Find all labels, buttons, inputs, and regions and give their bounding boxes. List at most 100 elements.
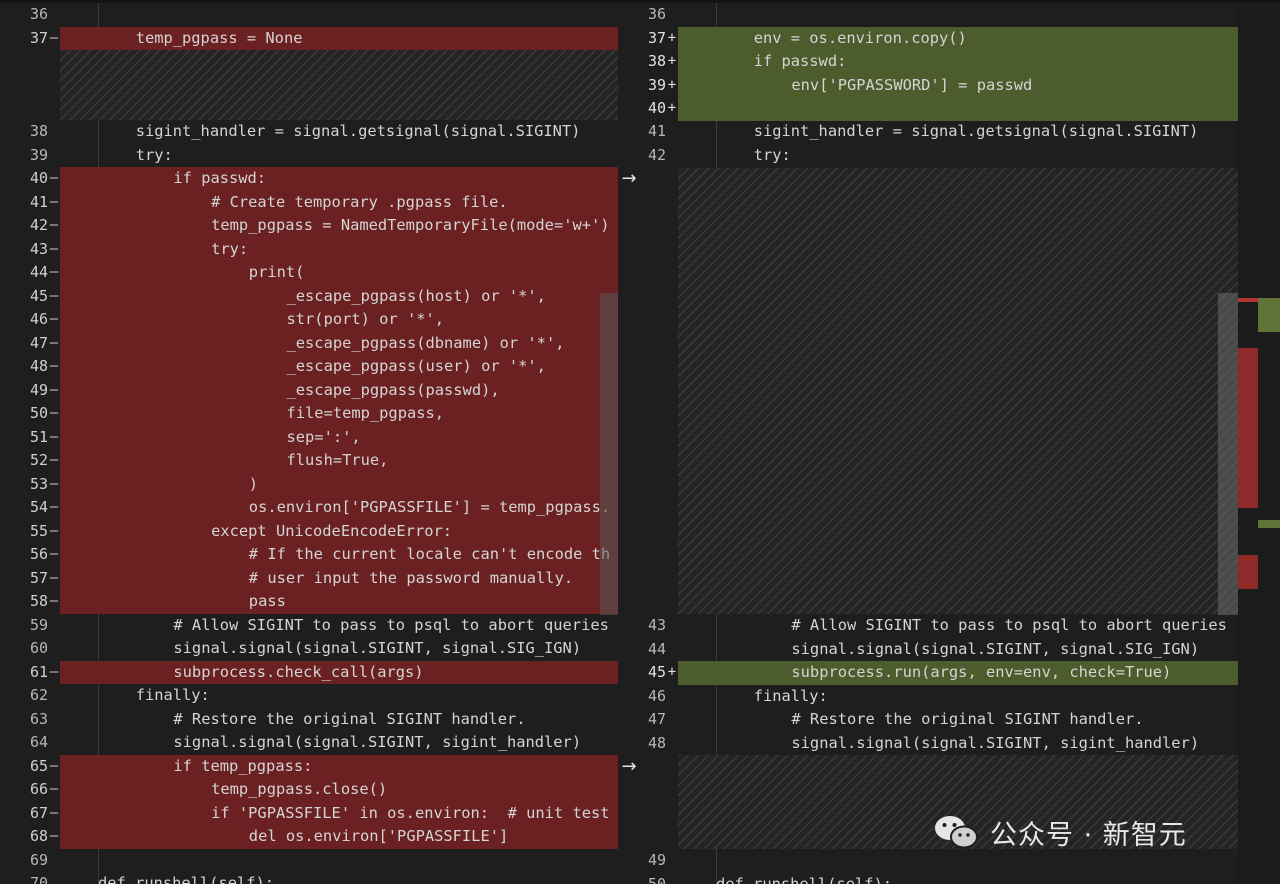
left-code-line[interactable]: 66— temp_pgpass.close() bbox=[0, 778, 618, 802]
right-code-line[interactable]: 49 bbox=[618, 849, 1238, 873]
right-code-line[interactable]: 36 bbox=[618, 3, 1238, 27]
code-text: flush=True, bbox=[60, 449, 618, 473]
right-scrollbar-thumb[interactable] bbox=[1218, 293, 1238, 615]
left-code-line[interactable]: 64 signal.signal(signal.SIGINT, sigint_ha… bbox=[0, 731, 618, 755]
added-line-marker: + bbox=[667, 664, 677, 680]
left-code-line[interactable]: 65— if temp_pgpass: bbox=[0, 754, 618, 778]
line-number: 39 bbox=[29, 145, 48, 164]
deleted-line-marker: — bbox=[49, 170, 59, 186]
deleted-line-marker: — bbox=[49, 264, 59, 280]
left-code-line[interactable]: 55— except UnicodeEncodeError: bbox=[0, 519, 618, 543]
code-text: finally: bbox=[135, 686, 210, 704]
left-code-line[interactable]: 62 finally: bbox=[0, 684, 618, 708]
left-code-line[interactable]: 45— _escape_pgpass(host) or '*', bbox=[0, 284, 618, 308]
left-code-line[interactable]: 42— temp_pgpass = NamedTemporaryFile(mode… bbox=[0, 214, 618, 238]
code-text: env['PGPASSWORD'] = passwd bbox=[678, 73, 1238, 97]
line-number: 41 bbox=[29, 192, 48, 211]
diff-right-pane-modified[interactable]: 36 37 + env = os.environ.copy() 38 + if passwd… bbox=[618, 3, 1238, 884]
code-text: pass bbox=[60, 590, 618, 614]
left-code-line[interactable]: 70 def runshell(self): bbox=[0, 872, 618, 884]
revert-change-arrow-icon[interactable]: → bbox=[618, 168, 640, 189]
code-text: signal.signal(signal.SIGINT, signal.SIG_… bbox=[791, 639, 1200, 658]
code-text: temp_pgpass = None bbox=[60, 26, 618, 50]
added-line-marker: + bbox=[667, 53, 677, 69]
line-number: 66 bbox=[29, 780, 48, 798]
left-code-line[interactable]: 58— pass bbox=[0, 590, 618, 614]
left-code-line[interactable]: 44— print( bbox=[0, 261, 618, 285]
code-text: sigint_handler = signal.getsignal(signal… bbox=[135, 122, 581, 140]
line-number: 52 bbox=[29, 451, 48, 469]
line-number: 44 bbox=[29, 263, 48, 281]
left-code-line[interactable]: 46— str(port) or '*', bbox=[0, 308, 618, 332]
left-code-line[interactable]: 54— os.environ['PGPASSFILE'] = temp_pgpas… bbox=[0, 496, 618, 520]
right-code-line[interactable]: 50 def runshell(self): bbox=[618, 873, 1238, 884]
left-code-line[interactable]: 60 signal.signal(signal.SIGINT, signal.SI… bbox=[0, 637, 618, 661]
left-code-line[interactable]: 36 bbox=[0, 3, 618, 27]
right-code-line[interactable]: 41 sigint_handler = signal.getsignal(sign… bbox=[618, 120, 1238, 144]
code-text: _escape_pgpass(host) or '*', bbox=[60, 284, 618, 308]
left-code-line[interactable]: 59 # Allow SIGINT to pass to psql to abor… bbox=[0, 614, 618, 638]
added-line-marker: + bbox=[667, 76, 677, 93]
right-code-line[interactable]: 43 # Allow SIGINT to pass to psql to abor… bbox=[618, 614, 1238, 638]
left-code-line[interactable]: 67— if 'PGPASSFILE' in os.environ: # unit… bbox=[0, 801, 618, 825]
left-code-line[interactable]: 51— sep=':', bbox=[0, 425, 618, 449]
revert-change-arrow-icon[interactable]: → bbox=[618, 756, 640, 777]
right-code-line[interactable]: 47 # Restore the original SIGINT handler. bbox=[618, 708, 1238, 732]
left-code-line[interactable]: 57— # user input the password manually. bbox=[0, 566, 618, 590]
line-number: 60 bbox=[29, 639, 48, 657]
code-text bbox=[678, 97, 1238, 121]
line-number: 42 bbox=[647, 145, 666, 164]
line-number: 38 bbox=[647, 52, 666, 70]
deleted-line-marker: — bbox=[49, 29, 59, 46]
line-number: 38 bbox=[29, 122, 48, 140]
left-code-line[interactable]: 68— del os.environ['PGPASSFILE'] bbox=[0, 825, 618, 849]
line-number: 68 bbox=[29, 827, 48, 845]
code-text: try: bbox=[135, 145, 173, 164]
code-text: if temp_pgpass: bbox=[60, 754, 618, 778]
left-code-line[interactable]: 48— _escape_pgpass(user) or '*', bbox=[0, 355, 618, 379]
left-code-line[interactable]: 53—) bbox=[0, 472, 618, 496]
right-code-line[interactable]: 38 + if passwd: bbox=[618, 50, 1238, 74]
right-code-line[interactable]: 45 + subprocess.run(args, env=env, check=T… bbox=[618, 661, 1238, 685]
line-number: 55 bbox=[29, 521, 48, 540]
line-number: 46 bbox=[647, 686, 666, 705]
line-number: 43 bbox=[647, 616, 666, 634]
deleted-line-marker: — bbox=[49, 546, 59, 562]
right-code-line[interactable]: 48 signal.signal(signal.SIGINT, sigint_ha… bbox=[618, 732, 1238, 756]
left-code-line[interactable]: 40— if passwd: bbox=[0, 167, 618, 191]
left-code-line[interactable]: 69 bbox=[0, 849, 618, 873]
code-text: sigint_handler = signal.getsignal(signal… bbox=[753, 122, 1199, 140]
right-code-line[interactable]: 40 + bbox=[618, 97, 1238, 121]
right-code-line[interactable]: 39 + env['PGPASSWORD'] = passwd bbox=[618, 73, 1238, 97]
overview-added-marker bbox=[1258, 298, 1280, 332]
left-code-line[interactable]: 50— file=temp_pgpass, bbox=[0, 402, 618, 426]
right-code-line[interactable]: 42 try: bbox=[618, 144, 1238, 168]
deleted-line-marker: — bbox=[49, 522, 59, 539]
line-number: 36 bbox=[647, 5, 666, 23]
left-code-line[interactable]: 37— temp_pgpass = None bbox=[0, 26, 618, 50]
diff-left-pane-original[interactable]: 36 37— temp_pgpass = None 38 sigint_handler … bbox=[0, 3, 618, 884]
left-code-line[interactable]: 49— _escape_pgpass(passwd), bbox=[0, 378, 618, 402]
left-code-line[interactable]: 56— # If the current locale can't encode … bbox=[0, 543, 618, 567]
deleted-line-marker: — bbox=[49, 358, 59, 374]
left-code-line[interactable]: 43— try: bbox=[0, 237, 618, 261]
deleted-line-marker: — bbox=[49, 240, 59, 257]
deleted-line-marker: — bbox=[49, 804, 59, 821]
left-code-line[interactable]: 47— _escape_pgpass(dbname) or '*', bbox=[0, 331, 618, 355]
left-code-line[interactable]: 63 # Restore the original SIGINT handler. bbox=[0, 708, 618, 732]
right-code-line[interactable]: 46 finally: bbox=[618, 685, 1238, 709]
left-scrollbar-thumb[interactable] bbox=[600, 293, 618, 615]
left-code-line[interactable]: 61— subprocess.check_call(args) bbox=[0, 660, 618, 684]
right-code-line[interactable]: 44 signal.signal(signal.SIGINT, signal.SI… bbox=[618, 638, 1238, 662]
code-text: subprocess.check_call(args) bbox=[60, 660, 618, 684]
code-text: # Create temporary .pgpass file. bbox=[60, 190, 618, 214]
line-number: 70 bbox=[29, 874, 48, 884]
deleted-line-marker: — bbox=[49, 334, 59, 351]
left-code-line[interactable]: 41— # Create temporary .pgpass file. bbox=[0, 190, 618, 214]
left-code-line[interactable]: 39 try: bbox=[0, 144, 618, 168]
line-number: 45 bbox=[647, 663, 666, 681]
deleted-line-marker: — bbox=[49, 193, 59, 210]
left-code-line[interactable]: 52— flush=True, bbox=[0, 449, 618, 473]
left-code-line[interactable]: 38 sigint_handler = signal.getsignal(sign… bbox=[0, 120, 618, 144]
right-code-line[interactable]: 37 + env = os.environ.copy() bbox=[618, 26, 1238, 50]
